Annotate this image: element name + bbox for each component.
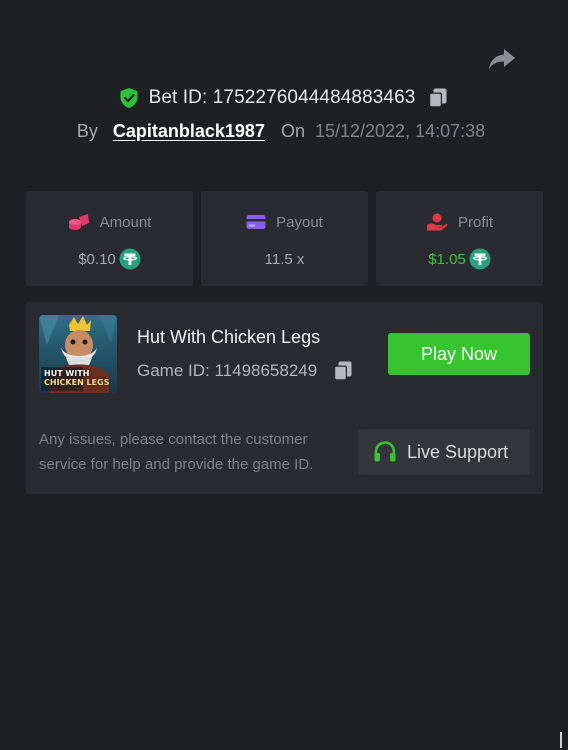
username-link[interactable]: Capitanblack1987	[113, 121, 265, 142]
wallet-card-icon	[246, 215, 266, 229]
scrollbar[interactable]	[560, 732, 562, 748]
game-card: HUT WITH CHICKEN LEGS Hut With Chicken L…	[26, 302, 543, 494]
share-button[interactable]	[486, 45, 518, 73]
copy-icon[interactable]	[427, 87, 449, 109]
bet-stats: Amount $0.10 Payout 11.5 x Profit $1.05	[26, 191, 543, 286]
thumb-text-line2: CHICKEN LEGS	[44, 378, 110, 387]
hand-coin-icon	[426, 213, 448, 231]
tether-coin-icon	[469, 248, 491, 270]
copy-icon[interactable]	[332, 360, 354, 382]
bet-datetime: 15/12/2022, 14:07:38	[314, 120, 486, 141]
bet-details-page: Bet ID: 1752276044484883463 By Capitanbl…	[0, 0, 568, 750]
amount-card: Amount $0.10	[26, 191, 193, 286]
payout-card: Payout 11.5 x	[201, 191, 368, 286]
game-title: Hut With Chicken Legs	[137, 327, 321, 347]
share-icon	[489, 49, 515, 69]
profit-card: Profit $1.05	[376, 191, 543, 286]
amount-label: Amount	[99, 213, 152, 231]
by-label: By	[76, 120, 98, 141]
author-row: By Capitanblack1987 On 15/12/2022, 14:07…	[0, 118, 568, 144]
game-id-row: Game ID: 11498658249	[137, 359, 354, 383]
payout-label: Payout	[276, 213, 323, 231]
live-support-label: Live Support	[407, 441, 509, 462]
payout-value: 11.5 x	[264, 250, 305, 268]
game-thumbnail[interactable]: HUT WITH CHICKEN LEGS	[39, 315, 117, 393]
verified-shield-icon	[120, 88, 138, 108]
tether-coin-icon	[119, 248, 141, 270]
on-label: On	[280, 120, 305, 141]
amount-value: $0.10	[78, 250, 116, 268]
bet-id-text: Bet ID: 1752276044484883463	[148, 87, 416, 108]
bet-id-row: Bet ID: 1752276044484883463	[0, 84, 568, 112]
live-support-button[interactable]: Live Support	[358, 429, 530, 475]
game-id-text: Game ID: 11498658249	[137, 361, 318, 380]
profit-value: $1.05	[428, 250, 466, 268]
profit-label: Profit	[457, 213, 493, 231]
headset-icon	[374, 441, 396, 462]
help-text: Any issues, please contact the customer …	[39, 431, 314, 473]
coins-icon	[68, 214, 89, 230]
thumb-text-line1: HUT WITH	[44, 369, 90, 378]
play-now-button[interactable]: Play Now	[388, 333, 530, 375]
